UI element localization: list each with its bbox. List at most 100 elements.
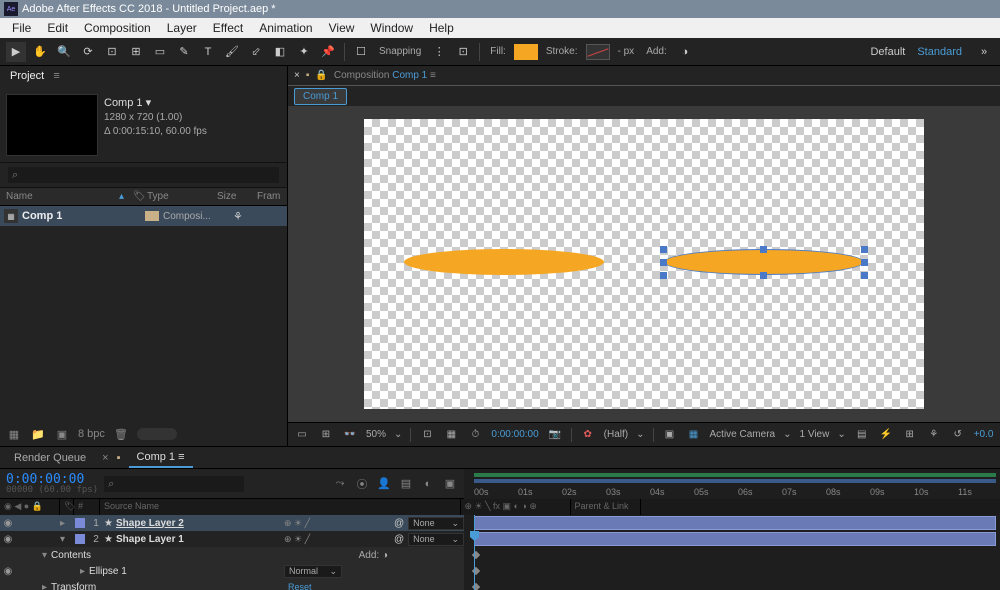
snapping-opt2-icon[interactable]: ⊡ <box>453 42 473 62</box>
tab-comp[interactable]: Comp 1 ≡ <box>129 448 193 468</box>
shy-icon[interactable]: 👤 <box>376 476 392 492</box>
project-search-input[interactable] <box>8 167 279 183</box>
camera-tool-icon[interactable]: ⊡ <box>102 42 122 62</box>
zoom-tool-icon[interactable]: 🔍 <box>54 42 74 62</box>
selection-handle[interactable] <box>861 272 868 279</box>
transparency-grid-icon[interactable]: ▦ <box>686 427 702 443</box>
time-ruler[interactable]: 00s 01s 02s 03s 04s 05s 06s 07s 08s 09s … <box>464 469 1000 499</box>
fast-preview-icon[interactable]: ⚡ <box>878 427 894 443</box>
close-tab-icon[interactable]: × <box>102 452 108 464</box>
disclosure-icon[interactable]: ▸ <box>80 566 85 577</box>
dropdown-arrow-icon[interactable]: ⌄ <box>394 429 402 440</box>
bpc-label[interactable]: 8 bpc <box>78 428 105 440</box>
menu-animation[interactable]: Animation <box>251 21 320 35</box>
layer-name[interactable]: Shape Layer 2 <box>116 518 284 529</box>
layer-transform-row[interactable]: ▸ Transform Reset <box>0 579 464 590</box>
project-slider[interactable] <box>137 428 177 440</box>
panel-menu-icon[interactable]: ≡ <box>53 70 59 82</box>
selection-handle[interactable] <box>660 272 667 279</box>
flowchart-icon[interactable]: ⚘ <box>926 427 942 443</box>
add-menu-icon[interactable]: ◑ <box>675 42 695 62</box>
timeline-icon[interactable]: ⊞ <box>902 427 918 443</box>
time-navigator-bar[interactable] <box>474 479 996 483</box>
timeline-search-input[interactable] <box>104 476 244 492</box>
hand-tool-icon[interactable]: ✋ <box>30 42 50 62</box>
reset-link[interactable]: Reset <box>284 581 342 590</box>
brush-tool-icon[interactable]: 🖌 <box>222 42 242 62</box>
menu-composition[interactable]: Composition <box>76 21 159 35</box>
selection-handle[interactable] <box>861 259 868 266</box>
parent-dropdown[interactable]: None⌄ <box>408 517 464 530</box>
layer-switches[interactable]: ⊕ ☀ ╱ <box>284 518 394 529</box>
layer-label-swatch[interactable] <box>75 518 85 528</box>
disclosure-icon[interactable]: ▸ <box>42 582 47 590</box>
pickwhip-icon[interactable]: @ <box>394 534 404 545</box>
layer-ellipse-row[interactable]: ◉ ▸ Ellipse 1 Normal⌄ <box>0 563 464 579</box>
label-swatch[interactable] <box>145 211 159 221</box>
disclosure-icon[interactable]: ▸ <box>60 518 72 529</box>
menu-file[interactable]: File <box>4 21 39 35</box>
mask-toggle-icon[interactable]: ▭ <box>294 427 310 443</box>
video-toggle-icon[interactable]: ◉ <box>2 534 14 545</box>
comp-active-tab[interactable]: Comp 1 <box>294 88 347 105</box>
col-type[interactable]: Type <box>141 191 211 202</box>
layer-row-2[interactable]: ◉ ▾ 2 ★ Shape Layer 1 ⊕ ☀ ╱ @ None⌄ <box>0 531 464 547</box>
selection-handle[interactable] <box>660 259 667 266</box>
channel-icon[interactable]: ✿ <box>580 427 596 443</box>
tab-render-queue[interactable]: Render Queue <box>6 449 94 467</box>
selection-handle[interactable] <box>861 246 868 253</box>
camera-dropdown[interactable]: Active Camera <box>710 429 776 440</box>
selection-handle[interactable] <box>760 246 767 253</box>
source-name-col[interactable]: Source Name <box>100 499 461 515</box>
comp-thumbnail[interactable] <box>6 94 98 156</box>
resolution-dropdown[interactable]: (Half) <box>604 429 628 440</box>
crumb-link[interactable]: Comp 1 <box>392 70 427 81</box>
col-framerate[interactable]: Fram <box>251 191 287 202</box>
selection-handle[interactable] <box>660 246 667 253</box>
search-help-icon[interactable]: » <box>974 42 994 62</box>
res-auto-icon[interactable]: ⊡ <box>419 427 435 443</box>
timeline-tracks[interactable] <box>464 515 1000 590</box>
lock-icon[interactable]: 🔒 <box>315 70 327 81</box>
roto-tool-icon[interactable]: ✦ <box>294 42 314 62</box>
pan-behind-tool-icon[interactable]: ⊞ <box>126 42 146 62</box>
col-size[interactable]: Size <box>211 191 251 202</box>
dropdown-arrow-icon[interactable]: ⌄ <box>837 429 845 440</box>
workspace-dropdown[interactable]: Standard <box>917 46 962 58</box>
pen-tool-icon[interactable]: ✎ <box>174 42 194 62</box>
playhead[interactable] <box>474 515 475 590</box>
view-dropdown[interactable]: 1 View <box>799 429 829 440</box>
composition-canvas[interactable] <box>364 119 924 409</box>
panel-menu-icon[interactable]: ≡ <box>178 451 184 463</box>
dropdown-arrow-icon[interactable]: ⌄ <box>636 429 644 440</box>
disclosure-icon[interactable]: ▾ <box>60 534 72 545</box>
layer-contents-row[interactable]: ▾ Contents Add: ◑ <box>0 547 464 563</box>
delete-icon[interactable]: 🗑 <box>113 426 129 442</box>
layer-duration-bar-1[interactable] <box>474 516 996 530</box>
col-name[interactable]: Name <box>0 191 113 202</box>
fill-color-swatch[interactable] <box>514 44 538 60</box>
frame-blend-icon[interactable]: ▤ <box>398 476 414 492</box>
transparency-icon[interactable]: ▦ <box>443 427 459 443</box>
project-item-row[interactable]: ▦ Comp 1 Composi... ⚘ <box>0 206 287 226</box>
layer-row-1[interactable]: ◉ ▸ 1 ★ Shape Layer 2 ⊕ ☀ ╱ @ None⌄ <box>0 515 464 531</box>
snapping-opt-icon[interactable]: ⋮ <box>429 42 449 62</box>
menu-edit[interactable]: Edit <box>39 21 76 35</box>
panel-menu-icon[interactable]: ≡ <box>430 70 436 81</box>
menu-help[interactable]: Help <box>421 21 462 35</box>
snapshot-icon[interactable]: 📷 <box>547 427 563 443</box>
layer-duration-bar-2[interactable] <box>474 532 996 546</box>
current-time[interactable]: 0:00:00:00 <box>491 429 538 440</box>
layer-label-swatch[interactable] <box>75 534 85 544</box>
blend-mode-dropdown[interactable]: Normal⌄ <box>284 565 342 578</box>
stroke-width[interactable]: - px <box>618 46 635 57</box>
viewer-area[interactable] <box>288 106 1000 422</box>
work-area-bar[interactable] <box>474 473 996 477</box>
interpret-footage-icon[interactable]: ▦ <box>6 426 22 442</box>
draft-3d-icon[interactable]: ⦿ <box>354 476 370 492</box>
menu-layer[interactable]: Layer <box>159 21 205 35</box>
label-col-icon[interactable]: 🏷 <box>127 191 141 202</box>
add-menu-icon[interactable]: ◑ <box>382 550 388 561</box>
motion-blur-icon[interactable]: ◐ <box>420 476 436 492</box>
close-tab-icon[interactable]: × <box>294 70 300 81</box>
